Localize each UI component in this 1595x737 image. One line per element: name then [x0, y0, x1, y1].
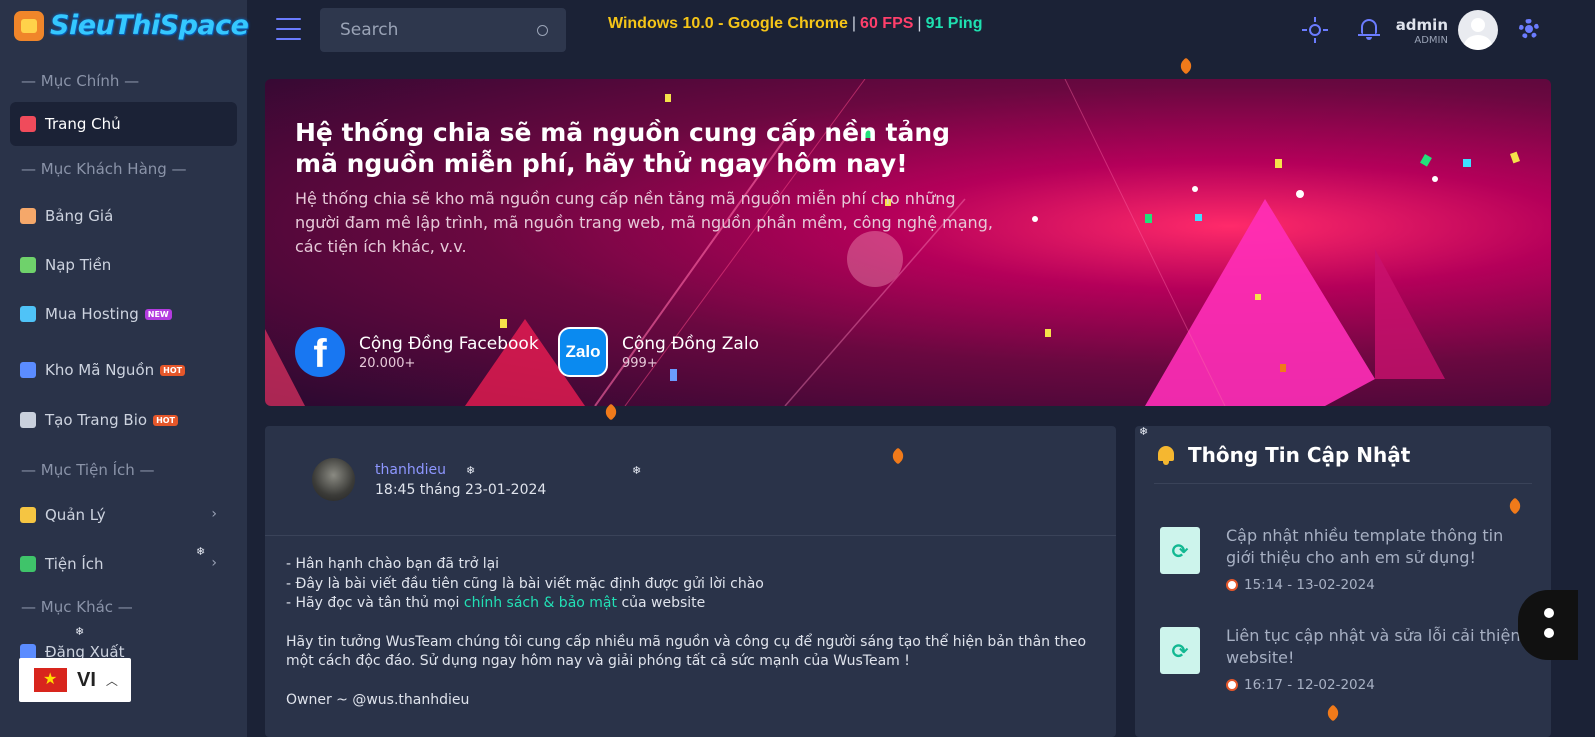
section-utility-heading: — Mục Tiện Ích — [21, 461, 155, 479]
brand-logo-icon [14, 10, 44, 41]
brand-name: SieuThiSpace [50, 10, 249, 41]
updates-panel: Thông Tin Cập Nhật ⟳ Cập nhật nhiều temp… [1135, 426, 1551, 737]
cloud-icon [20, 306, 36, 322]
sidebar-item-label: Trang Chủ [45, 115, 121, 133]
user-role: ADMIN [1414, 35, 1448, 46]
sidebar-item-home[interactable]: Trang Chủ [10, 102, 237, 146]
fps-info: 60 FPS [860, 15, 914, 32]
update-time: 15:14 - 13-02-2024 [1226, 577, 1375, 593]
system-info: Windows 10.0 - Google Chrome | 60 FPS | 91 P… [608, 15, 982, 33]
facebook-logo-icon: f [295, 327, 345, 377]
chevron-up-icon: ︿ [105, 673, 118, 688]
sidebar: SieuThiSpace — Mục Chính — Trang Chủ — M… [0, 0, 249, 737]
brand-logo[interactable]: SieuThiSpace [14, 10, 249, 41]
post-body: - Hân hạnh chào bạn đã trở lại - Đây là … [286, 555, 1096, 710]
leaf-icon [602, 403, 620, 421]
vietnam-flag-icon [34, 668, 67, 692]
browser-info: Windows 10.0 - Google Chrome [608, 15, 848, 32]
section-customer-heading: — Mục Khách Hàng — [21, 160, 187, 178]
zalo-community-link[interactable]: Zalo Cộng Đồng Zalo 999+ [558, 327, 759, 377]
post-paragraph: Hãy tin tưởng WusTeam chúng tôi cung cấp… [286, 633, 1087, 670]
language-selector[interactable]: VI ︿ [19, 658, 131, 702]
post-author[interactable]: thanhdieu [375, 462, 446, 478]
alarm-clock-icon [1226, 679, 1238, 691]
sidebar-item-label: Quản Lý [45, 506, 106, 524]
snowflake-icon: ❄ [75, 625, 85, 638]
snowflake-icon: ❄ [196, 545, 206, 558]
banner-title: Hệ thống chia sẽ mã nguồn cung cấp nền t… [295, 118, 951, 178]
post-timestamp: 18:45 tháng 23-01-2024 [375, 482, 547, 498]
community-title: Cộng Đồng Facebook [359, 333, 539, 354]
policy-link[interactable]: chính sách & bảo mật [464, 595, 617, 611]
settings-gear-icon[interactable] [1519, 19, 1539, 39]
search-icon[interactable] [537, 24, 548, 36]
separator: | [851, 15, 857, 32]
post-owner: Owner ~ @wus.thanhdieu [286, 691, 470, 708]
hero-banner: Hệ thống chia sẽ mã nguồn cung cấp nền t… [265, 79, 1551, 406]
community-count: 20.000+ [359, 355, 416, 371]
update-text: Cập nhật nhiều template thông tin giới t… [1226, 526, 1504, 567]
snowflake-icon: ❄ [466, 464, 476, 477]
community-count: 999+ [622, 355, 658, 371]
post-line: - Hân hạnh chào bạn đã trở lại [286, 556, 500, 572]
zalo-logo-icon: Zalo [558, 327, 608, 377]
chevron-right-icon: › [211, 555, 217, 571]
snowflake-icon: ❄ [1139, 425, 1149, 438]
menu-toggle-icon[interactable] [276, 18, 301, 40]
clover-icon [20, 556, 36, 572]
user-name[interactable]: admin [1396, 16, 1448, 34]
hot-badge: HOT [153, 414, 179, 426]
search-box [320, 8, 566, 52]
facebook-community-link[interactable]: f Cộng Đồng Facebook 20.000+ [295, 327, 539, 377]
sidebar-item-source-code[interactable]: Kho Mã Nguồn HOT [10, 348, 237, 392]
banner-description: Hệ thống chia sẽ kho mã nguồn cung cấp n… [295, 189, 993, 256]
sidebar-item-label: Nạp Tiền [45, 256, 112, 274]
updates-title: Thông Tin Cập Nhật [1188, 443, 1411, 467]
divider [265, 535, 1116, 536]
leaf-icon [1177, 57, 1195, 75]
user-avatar[interactable] [1458, 10, 1498, 50]
update-text: Liên tục cập nhật và sửa lỗi cải thiện w… [1226, 626, 1521, 667]
sidebar-item-label: Tạo Trang Bio [45, 411, 148, 429]
post-line: - Đây là bài viết đầu tiên cũng là bài v… [286, 575, 764, 592]
sidebar-item-label: Bảng Giá [45, 207, 114, 225]
language-code: VI [77, 668, 96, 691]
new-badge: NEW [144, 308, 172, 320]
separator: | [917, 15, 922, 32]
section-main-heading: — Mục Chính — [21, 72, 140, 90]
refresh-icon: ⟳ [1160, 527, 1200, 574]
divider [1154, 483, 1532, 484]
search-input[interactable] [340, 20, 537, 40]
sidebar-item-label: Kho Mã Nguồn [45, 361, 155, 379]
chevron-right-icon: › [211, 506, 217, 522]
bell-icon [1157, 446, 1175, 466]
community-title: Cộng Đồng Zalo [622, 333, 759, 354]
sidebar-item-manage[interactable]: Quản Lý › [10, 493, 237, 537]
ping-info: 91 Ping [925, 15, 983, 32]
refresh-icon: ⟳ [1160, 627, 1200, 674]
cat-mascot-icon[interactable] [1518, 590, 1578, 660]
tools-icon [20, 507, 36, 523]
post-line: - Hãy đọc và tân thủ mọi chính sách & bả… [286, 595, 706, 611]
welcome-post: thanhdieu 18:45 tháng 23-01-2024 - Hân h… [265, 426, 1116, 737]
author-avatar[interactable] [312, 458, 355, 501]
theme-toggle-icon[interactable] [1302, 17, 1328, 43]
sidebar-item-hosting[interactable]: Mua Hosting NEW [10, 292, 237, 336]
sidebar-item-pricing[interactable]: Bảng Giá [10, 194, 237, 238]
money-icon [20, 257, 36, 273]
sidebar-item-label: Mua Hosting [45, 305, 139, 323]
sidebar-item-bio[interactable]: Tạo Trang Bio HOT [10, 398, 237, 442]
bio-icon [20, 412, 36, 428]
notification-bell-icon[interactable] [1358, 17, 1380, 41]
price-icon [20, 208, 36, 224]
update-time: 16:17 - 12-02-2024 [1226, 677, 1375, 693]
alarm-clock-icon [1226, 579, 1238, 591]
section-other-heading: — Mục Khác — [21, 598, 133, 616]
home-icon [20, 116, 36, 132]
sidebar-item-label: Tiện Ích [45, 555, 104, 573]
snowflake-icon: ❄ [632, 464, 642, 477]
code-icon [20, 362, 36, 378]
hot-badge: HOT [160, 364, 186, 376]
sidebar-item-topup[interactable]: Nạp Tiền [10, 243, 237, 287]
